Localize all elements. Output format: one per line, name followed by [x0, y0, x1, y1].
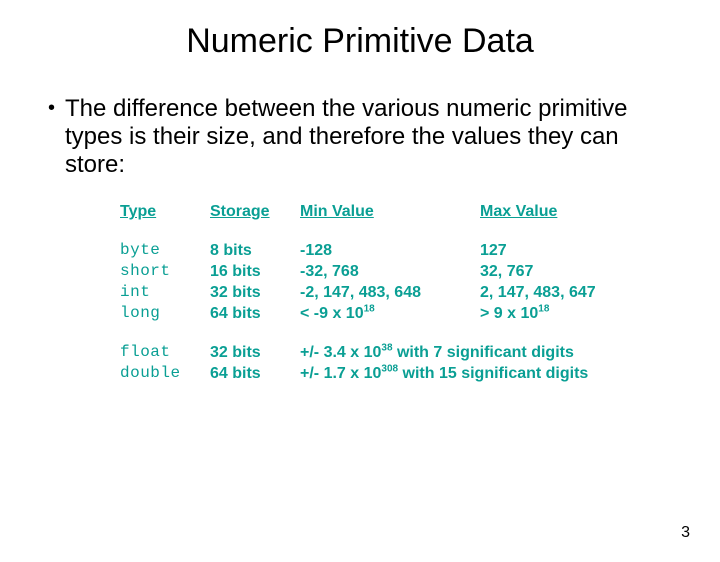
- row-byte-type: byte: [120, 240, 210, 261]
- row-short-max: 32, 767: [480, 261, 676, 282]
- row-long-max-exp: 18: [538, 304, 549, 315]
- header-min: Min Value: [300, 201, 480, 240]
- header-max: Max Value: [480, 201, 676, 240]
- row-long-type: long: [120, 303, 210, 324]
- row-double-type: double: [120, 363, 210, 384]
- row-short-type: short: [120, 261, 210, 282]
- row-int-storage: 32 bits: [210, 282, 300, 303]
- row-long-min-exp: 18: [364, 304, 375, 315]
- bullet-block: • The difference between the various num…: [48, 95, 672, 179]
- row-double-storage: 64 bits: [210, 363, 300, 384]
- row-byte-storage: 8 bits: [210, 240, 300, 261]
- header-storage: Storage: [210, 201, 300, 240]
- bullet-text: The difference between the various numer…: [65, 95, 672, 179]
- row-short-min: -32, 768: [300, 261, 480, 282]
- row-float-desc-post: with 7 significant digits: [393, 344, 574, 361]
- row-byte-min: -128: [300, 240, 480, 261]
- row-long-storage: 64 bits: [210, 303, 300, 324]
- row-int-min: -2, 147, 483, 648: [300, 282, 480, 303]
- page-number: 3: [681, 524, 690, 542]
- row-byte-max: 127: [480, 240, 676, 261]
- header-type: Type: [120, 201, 210, 240]
- row-float-storage: 32 bits: [210, 324, 300, 363]
- row-float-desc-exp: 38: [381, 343, 392, 354]
- row-int-max: 2, 147, 483, 647: [480, 282, 676, 303]
- row-float-type: float: [120, 324, 210, 363]
- row-double-desc-exp: 308: [381, 364, 398, 375]
- types-table: Type Storage Min Value Max Value byte 8 …: [120, 201, 676, 384]
- row-double-desc: +/- 1.7 x 10308 with 15 significant digi…: [300, 363, 676, 384]
- row-long-min: < -9 x 1018: [300, 303, 480, 324]
- row-float-desc: +/- 3.4 x 1038 with 7 significant digits: [300, 324, 676, 363]
- row-long-max-pre: > 9 x 10: [480, 305, 538, 322]
- row-float-desc-pre: +/- 3.4 x 10: [300, 344, 381, 361]
- row-short-storage: 16 bits: [210, 261, 300, 282]
- row-long-max: > 9 x 1018: [480, 303, 676, 324]
- row-double-desc-pre: +/- 1.7 x 10: [300, 365, 381, 382]
- row-long-min-pre: < -9 x 10: [300, 305, 364, 322]
- row-double-desc-post: with 15 significant digits: [398, 365, 588, 382]
- row-int-type: int: [120, 282, 210, 303]
- bullet-dot: •: [48, 95, 55, 121]
- slide-title: Numeric Primitive Data: [0, 22, 720, 61]
